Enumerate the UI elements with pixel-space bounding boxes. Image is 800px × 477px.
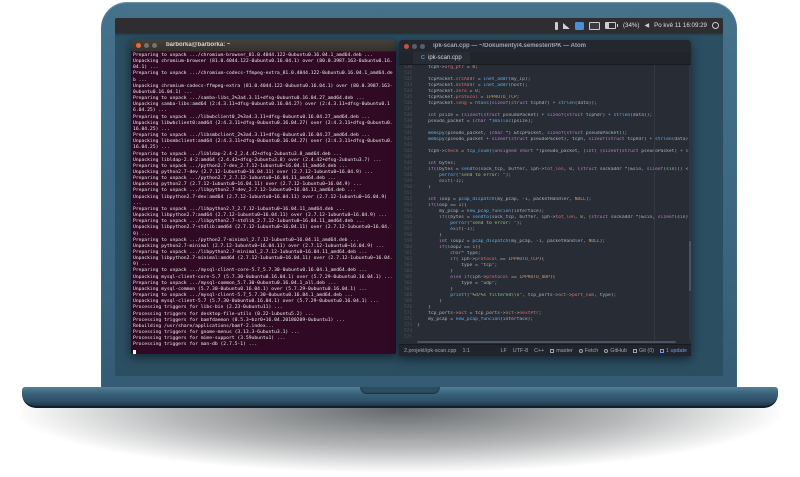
status-cursor-position[interactable]: 1:1 [462, 348, 470, 354]
terminal-title: barborka@barborka: ~ [166, 42, 231, 48]
atom-window: ipk-scan.cpp — ~/Dokumenty/4.semester/IP… [399, 40, 691, 356]
terminal-line: Unpacking libldap-2.4-2:amd64 (2.4.42+df… [133, 157, 382, 163]
volume-icon[interactable]: ◀ [645, 22, 650, 29]
laptop-base [22, 387, 778, 408]
close-icon[interactable] [404, 43, 409, 49]
battery-icon [604, 22, 616, 29]
terminal-output[interactable]: Preparing to unpack .../chromium-browser… [131, 51, 396, 354]
status-git-branch[interactable]: master [550, 348, 573, 354]
vertical-scrollbar[interactable] [689, 65, 691, 340]
terminal-window: barborka@barborka: ~ Preparing to unpack… [131, 39, 396, 354]
git-icon [633, 348, 638, 353]
package-icon [660, 348, 665, 353]
status-file-path[interactable]: 2.projekt/ipk-scan.cpp [404, 348, 456, 354]
terminal-line: Unpacking samba-libs:amd64 (2:4.3.11+dfs… [133, 102, 390, 114]
terminal-line: Preparing to unpack .../chromium-codecs-… [133, 71, 393, 83]
branch-icon [550, 348, 555, 353]
terminal-line: Unpacking libsmbclient:amd64 (2:4.3.11+d… [133, 139, 393, 151]
terminal-line: Unpacking mysql-client-core-5.7 (5.7.30-… [133, 274, 393, 280]
bluetooth-icon[interactable] [554, 21, 558, 30]
status-grammar[interactable]: C++ [534, 348, 544, 354]
system-menu-bar: (34%) ◀ Po kvě 11 16:09:29 [115, 18, 723, 33]
status-right-segments: LF UTF-8 C++ master Fetch GitHub Git (0) 1 upda… [495, 348, 688, 354]
terminal-cursor [133, 349, 136, 354]
keyboard-indicator-icon[interactable] [574, 21, 584, 30]
status-git-fetch[interactable]: Fetch [578, 348, 598, 354]
clock[interactable]: Po kvě 11 16:09:29 [654, 22, 707, 29]
sync-icon [578, 348, 583, 353]
terminal-line: Unpacking libpython2.7-dev:amd64 (2.7.12… [133, 194, 390, 206]
atom-tab-bar: C ipk-scan.cpp [399, 52, 691, 65]
atom-status-bar: 2.projekt/ipk-scan.cpp 1:1 LF UTF-8 C++ mas… [399, 344, 691, 356]
line-number-gutter: 530 531 532 533 534 535 536 537 538 539 540 541 542 5… [404, 65, 412, 340]
desktop: (34%) ◀ Po kvě 11 16:09:29 barborka@barb… [115, 18, 723, 376]
tab-ipk-scan[interactable]: C ipk-scan.cpp [413, 52, 470, 64]
laptop-base-notch [360, 387, 440, 394]
mail-icon[interactable] [588, 21, 600, 30]
terminal-line: Unpacking libwbclient0:amd64 (2:4.3.11+d… [133, 120, 393, 132]
atom-window-title: ipk-scan.cpp — ~/Dokumenty/4.semester/IP… [433, 43, 586, 49]
terminal-line: Preparing to unpack .../libwbclient0_2%3… [133, 114, 371, 120]
code-line: tcph->check = tcp_csum((unsigned short *… [417, 149, 691, 154]
maximize-icon[interactable] [420, 43, 425, 49]
terminal-line: Unpacking libpython2.7-stdlib:amd64 (2.7… [133, 225, 390, 237]
network-icon[interactable] [562, 22, 570, 29]
c-language-icon: C [421, 55, 425, 61]
terminal-line: Preparing to unpack .../python2.7-minima… [133, 237, 359, 243]
maximize-icon[interactable] [152, 42, 157, 48]
status-updates[interactable]: 1 update [660, 348, 687, 354]
terminal-line: Processing triggers for man-db (2.7.5-1)… [133, 342, 258, 348]
system-tray: (34%) ◀ Po kvě 11 16:09:29 [550, 18, 719, 33]
minimize-icon[interactable] [412, 43, 417, 49]
code-line: memcpy(pseudo_packet + sizeof(struct pse… [428, 137, 691, 142]
status-git-changes[interactable]: Git (0) [633, 348, 654, 354]
terminal-line: Preparing to unpack .../mysql-client-cor… [133, 268, 368, 274]
terminal-line: Unpacking chromium-browser (81.0.4044.12… [133, 59, 393, 71]
terminal-window-controls [136, 42, 160, 48]
status-line-ending[interactable]: LF [501, 348, 507, 354]
wrap-guide [654, 65, 655, 340]
code-pane[interactable]: tcph->urg_ptr = 0; tcpPacket.srcAddr = i… [417, 65, 691, 340]
battery-percentage: (34%) [622, 22, 640, 29]
code-editor[interactable]: 530 531 532 533 534 535 536 537 538 539 540 541 542 5… [399, 65, 691, 340]
laptop-lid: (34%) ◀ Po kvě 11 16:09:29 barborka@barb… [101, 2, 737, 390]
terminal-line: Unpacking libpython2.7-minimal:amd64 (2.… [133, 256, 393, 268]
terminal-line: Preparing to unpack .../libpython2.7-dev… [133, 188, 356, 194]
minimize-icon[interactable] [144, 42, 149, 48]
battery-indicator[interactable] [604, 22, 618, 29]
tab-label: ipk-scan.cpp [427, 55, 462, 61]
status-encoding[interactable]: UTF-8 [513, 348, 528, 354]
status-github[interactable]: GitHub [604, 348, 627, 354]
github-icon [604, 348, 609, 353]
terminal-line: Unpacking chromium-codecs-ffmpeg-extra (… [133, 83, 393, 95]
session-gear-icon[interactable] [712, 22, 719, 29]
laptop-mockup: (34%) ◀ Po kvě 11 16:09:29 barborka@barb… [0, 0, 800, 477]
close-icon[interactable] [136, 42, 141, 48]
atom-window-controls [404, 43, 428, 49]
